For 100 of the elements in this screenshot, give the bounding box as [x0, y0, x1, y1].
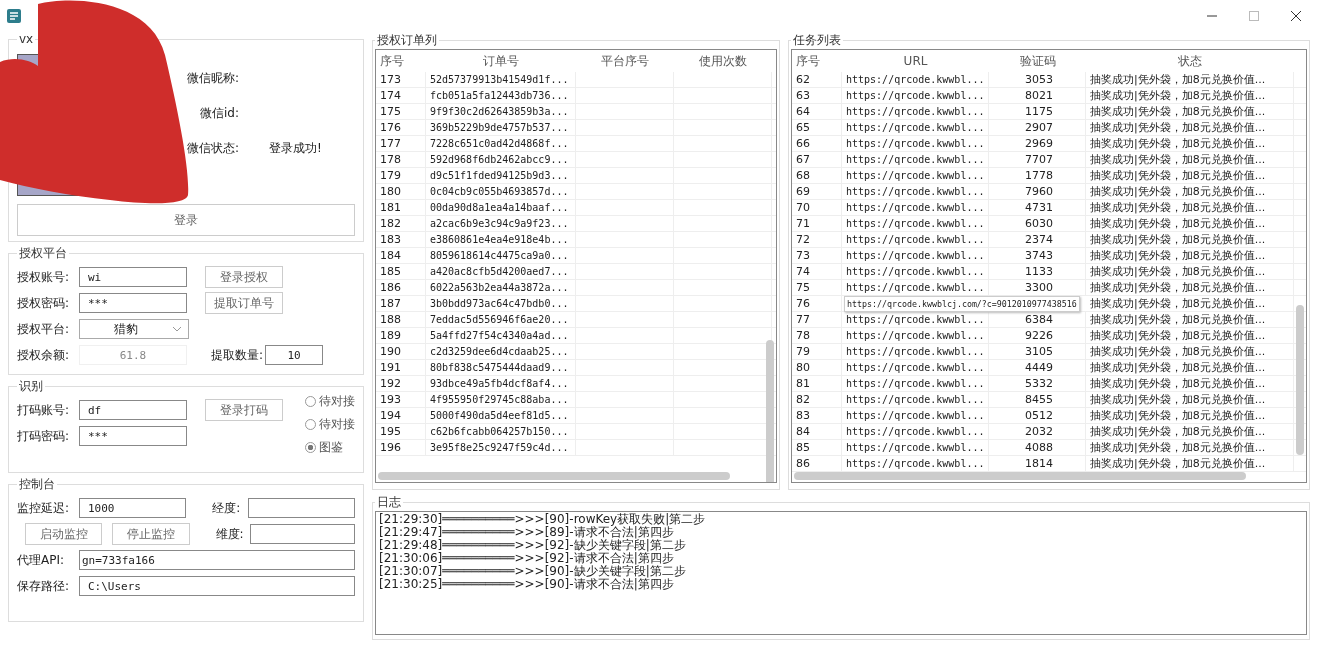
table-cell: 3e95f8e25c9247f59c4d... — [426, 440, 576, 455]
field-label: 维度: — [215, 525, 245, 543]
account-field[interactable]: df — [79, 400, 187, 420]
field-label: 授权密码: — [17, 294, 71, 312]
field-label: 保存路径: — [17, 577, 71, 595]
auth-login-button[interactable]: 登录授权 — [205, 266, 283, 288]
table-cell: 7eddac5d556946f6ae20... — [426, 312, 576, 327]
table-cell: https://qrcode.kwwbl... — [842, 424, 989, 439]
field-label: 授权账号: — [17, 268, 71, 286]
table-cell: 抽奖成功|凭外袋，加8元兑换价值... — [1086, 440, 1294, 455]
radio-option[interactable]: 图鉴 — [305, 439, 355, 456]
table-cell: https://qrcode.kwwbl... — [842, 104, 989, 119]
radio-option[interactable]: 待对接 — [305, 393, 355, 410]
proxy-api-field[interactable]: gn=733fa166 — [79, 550, 355, 570]
table-cell: 177 — [376, 136, 426, 151]
table-cell: 7960 — [989, 184, 1086, 199]
table-cell: 8455 — [989, 392, 1086, 407]
table-cell: 80 — [792, 360, 842, 375]
table-cell: 7707 — [989, 152, 1086, 167]
count-field[interactable]: 10 — [265, 345, 324, 365]
start-monitor-button[interactable]: 启动监控 — [25, 523, 103, 545]
table-cell: d9c51f1fded94125b9d3... — [426, 168, 576, 183]
table-cell: 抽奖成功|凭外袋，加8元兑换价值... — [1086, 104, 1294, 119]
stop-monitor-button[interactable]: 停止监控 — [112, 523, 190, 545]
table-cell: 抽奖成功|凭外袋，加8元兑换价值... — [1086, 168, 1294, 183]
table-cell: 抽奖成功|凭外袋，加8元兑换价值... — [1086, 232, 1294, 247]
account-field[interactable]: wi — [79, 267, 187, 287]
table-cell: 抽奖成功|凭外袋，加8元兑换价值... — [1086, 152, 1294, 167]
table-cell: 抽奖成功|凭外袋，加8元兑换价值... — [1086, 376, 1294, 391]
table-cell: 183 — [376, 232, 426, 247]
table-cell: 抽奖成功|凭外袋，加8元兑换价值... — [1086, 328, 1294, 343]
table-cell: 抽奖成功|凭外袋，加8元兑换价值... — [1086, 280, 1294, 295]
table-cell: e3860861e4ea4e918e4b... — [426, 232, 576, 247]
captcha-login-button[interactable]: 登录打码 — [205, 399, 283, 421]
table-cell: 178 — [376, 152, 426, 167]
table-cell: 75 — [792, 280, 842, 295]
table-cell: 67 — [792, 152, 842, 167]
save-path-field[interactable]: C:\Users — [79, 576, 355, 596]
table-cell: 73 — [792, 248, 842, 263]
password-field[interactable]: *** — [79, 293, 187, 313]
table-cell: 抽奖成功|凭外袋，加8元兑换价值... — [1086, 184, 1294, 199]
table-cell: https://qrcode.kwwbl... — [842, 136, 989, 151]
table-cell: 79 — [792, 344, 842, 359]
table-cell: 7228c651c0ad42d4868f... — [426, 136, 576, 151]
table-cell: https://qrcode.kwwbl... — [842, 184, 989, 199]
table-cell: 192 — [376, 376, 426, 391]
password-field[interactable]: *** — [79, 426, 187, 446]
table-cell: 93dbce49a5fb4dcf8af4... — [426, 376, 576, 391]
table-cell: 9f9f30c2d62643859b3a... — [426, 104, 576, 119]
vertical-scrollbar[interactable] — [1296, 305, 1304, 455]
table-cell: 8059618614c4475ca9a0... — [426, 248, 576, 263]
table-cell: 74 — [792, 264, 842, 279]
table-cell: 184 — [376, 248, 426, 263]
platform-dropdown[interactable]: 猎豹 — [79, 319, 189, 339]
table-cell: 80bf838c5475444daad9... — [426, 360, 576, 375]
table-cell: 190 — [376, 344, 426, 359]
table-cell: 63 — [792, 88, 842, 103]
table-cell: 抽奖成功|凭外袋，加8元兑换价值... — [1086, 296, 1294, 311]
radio-option[interactable]: 待对接 — [305, 416, 355, 433]
table-cell: 70 — [792, 200, 842, 215]
table-cell: 抽奖成功|凭外袋，加8元兑换价值... — [1086, 216, 1294, 231]
status-text: 登录成功! — [269, 140, 322, 157]
delay-field[interactable]: 1000 — [79, 498, 187, 518]
table-cell: 抽奖成功|凭外袋，加8元兑换价值... — [1086, 344, 1294, 359]
app-icon — [6, 8, 22, 24]
column-header: URL — [902, 54, 929, 68]
table-cell: 1175 — [989, 104, 1086, 119]
group-title: 控制台 — [18, 476, 56, 493]
field-label: 授权余额: — [17, 346, 71, 364]
field-label: 提取数量: — [211, 346, 264, 364]
field-label: 微信id: — [199, 105, 239, 122]
vertical-scrollbar[interactable] — [766, 340, 774, 482]
table-cell: https://qrcode.kwwbl... — [842, 408, 989, 423]
table-cell: 175 — [376, 104, 426, 119]
table-cell: 6022a563b2ea44a3872a... — [426, 280, 576, 295]
table-cell: 9226 — [989, 328, 1086, 343]
fetch-orders-button[interactable]: 提取订单号 — [205, 292, 283, 314]
table-cell: 84 — [792, 424, 842, 439]
field-label: 授权平台: — [17, 320, 71, 338]
log-line: [21:30:25]══════════>>>[90]-请求不合法|第四步 — [379, 578, 675, 591]
table-cell: 抽奖成功|凭外袋，加8元兑换价值... — [1086, 120, 1294, 135]
table-cell: 1133 — [989, 264, 1086, 279]
field-label: 打码账号: — [17, 401, 71, 419]
table-cell: 2374 — [989, 232, 1086, 247]
table-cell: 78 — [792, 328, 842, 343]
longitude-field[interactable] — [247, 498, 355, 518]
column-header: 序号 — [795, 52, 821, 70]
table-cell: 189 — [376, 328, 426, 343]
table-cell: 185 — [376, 264, 426, 279]
table-cell: 176 — [376, 120, 426, 135]
horizontal-scrollbar[interactable] — [794, 472, 1247, 480]
table-cell: 182 — [376, 216, 426, 231]
latitude-field[interactable] — [250, 524, 355, 544]
table-cell: 抽奖成功|凭外袋，加8元兑换价值... — [1086, 200, 1294, 215]
login-button[interactable]: 登录 — [17, 204, 355, 236]
table-cell: https://qrcode.kwwbl... — [842, 312, 989, 327]
field-label: 微信状态: — [185, 140, 239, 157]
table-cell: 173 — [376, 72, 426, 87]
horizontal-scrollbar[interactable] — [378, 472, 730, 480]
table-cell: 76 — [792, 296, 842, 311]
